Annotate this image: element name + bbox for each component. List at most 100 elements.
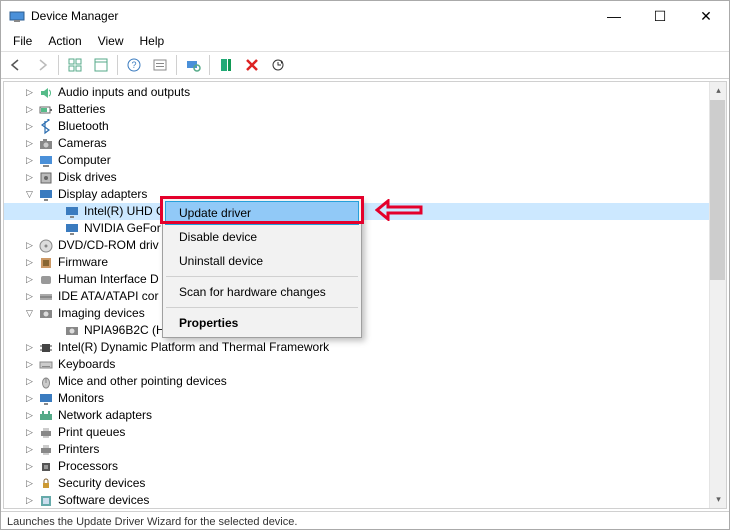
bt-icon — [38, 119, 54, 135]
device-category[interactable]: ▷IDE ATA/ATAPI cor — [4, 288, 726, 305]
software-icon — [38, 493, 54, 509]
display-icon — [64, 221, 80, 237]
expand-icon[interactable]: ▷ — [24, 172, 35, 183]
menu-file[interactable]: File — [5, 32, 40, 50]
expand-icon[interactable]: ▷ — [24, 138, 35, 149]
expand-icon[interactable]: ▷ — [24, 155, 35, 166]
device-category[interactable]: ▷DVD/CD-ROM driv — [4, 237, 726, 254]
scroll-down-icon[interactable]: ▾ — [710, 491, 727, 508]
scroll-up-icon[interactable]: ▴ — [710, 82, 727, 99]
device-category[interactable]: ▷ Monitors — [4, 390, 726, 407]
help-icon[interactable]: ? — [122, 53, 146, 77]
scroll-thumb[interactable] — [710, 100, 725, 280]
expand-icon[interactable]: ▷ — [24, 359, 35, 370]
expand-icon[interactable]: ▷ — [24, 240, 35, 251]
expand-icon[interactable]: ▷ — [24, 274, 35, 285]
expand-icon — [50, 325, 61, 336]
device-item[interactable]: NPIA96B2C (H. — [4, 322, 726, 339]
expand-icon[interactable]: ▷ — [24, 121, 35, 132]
tree-item-label: Monitors — [58, 390, 104, 407]
toolbar-icon[interactable] — [148, 53, 172, 77]
device-category[interactable]: ▷Printers — [4, 441, 726, 458]
vertical-scrollbar[interactable]: ▴ ▾ — [709, 82, 726, 508]
disk-icon — [38, 170, 54, 186]
device-tree[interactable]: ▷Audio inputs and outputs▷Batteries▷Blue… — [4, 82, 726, 509]
window-controls: — ☐ ✕ — [591, 1, 729, 31]
device-category[interactable]: ▷ Human Interface D — [4, 271, 726, 288]
tree-item-label: Software devices — [58, 492, 149, 509]
expand-icon[interactable]: ▷ — [24, 410, 35, 421]
device-category[interactable]: ▷Print queues — [4, 424, 726, 441]
expand-icon[interactable]: ▷ — [24, 495, 35, 506]
menu-action[interactable]: Action — [40, 32, 89, 50]
menu-uninstall-device[interactable]: Uninstall device — [165, 249, 359, 273]
device-category[interactable]: ▷Audio inputs and outputs — [4, 84, 726, 101]
close-button[interactable]: ✕ — [683, 1, 729, 31]
ide-icon — [38, 289, 54, 305]
chip-icon — [38, 340, 54, 356]
separator — [58, 55, 59, 75]
minimize-button[interactable]: — — [591, 1, 637, 31]
menu-disable-device[interactable]: Disable device — [165, 225, 359, 249]
computer-icon — [38, 153, 54, 169]
menu-update-driver[interactable]: Update driver — [165, 201, 359, 225]
device-category[interactable]: ▷ Disk drives — [4, 169, 726, 186]
uninstall-icon[interactable] — [240, 53, 264, 77]
update-driver-icon[interactable] — [266, 53, 290, 77]
device-category[interactable]: ▷Mice and other pointing devices — [4, 373, 726, 390]
expand-icon[interactable]: ▷ — [24, 342, 35, 353]
expand-icon[interactable]: ▷ — [24, 104, 35, 115]
tree-item-label: Human Interface D — [58, 271, 159, 288]
status-bar: Launches the Update Driver Wizard for th… — [1, 511, 729, 531]
mouse-icon — [38, 374, 54, 390]
expand-icon[interactable]: ▷ — [24, 87, 35, 98]
maximize-button[interactable]: ☐ — [637, 1, 683, 31]
expand-icon[interactable]: ▷ — [24, 291, 35, 302]
expand-icon[interactable]: ▷ — [24, 427, 35, 438]
device-category[interactable]: ▷Network adapters — [4, 407, 726, 424]
enable-icon[interactable] — [214, 53, 238, 77]
expand-icon[interactable]: ▷ — [24, 376, 35, 387]
titlebar[interactable]: Device Manager — ☐ ✕ — [1, 1, 729, 31]
device-category[interactable]: ▷ Software devices — [4, 492, 726, 509]
menu-view[interactable]: View — [90, 32, 132, 50]
expand-icon[interactable]: ▽ — [24, 189, 35, 200]
device-category[interactable]: ▷Firmware — [4, 254, 726, 271]
back-button[interactable] — [4, 53, 28, 77]
device-item[interactable]: Intel(R) UHD G — [4, 203, 726, 220]
tree-item-label: Disk drives — [58, 169, 117, 186]
device-category[interactable]: ▷Intel(R) Dynamic Platform and Thermal F… — [4, 339, 726, 356]
device-category[interactable]: ▷Cameras — [4, 135, 726, 152]
expand-icon[interactable]: ▷ — [24, 393, 35, 404]
device-category[interactable]: ▷Keyboards — [4, 356, 726, 373]
display-icon — [64, 204, 80, 220]
show-hidden-icon[interactable] — [63, 53, 87, 77]
tree-item-label: Computer — [58, 152, 111, 169]
menu-help[interactable]: Help — [132, 32, 173, 50]
expand-icon[interactable]: ▽ — [24, 308, 35, 319]
menu-scan-hardware[interactable]: Scan for hardware changes — [165, 280, 359, 304]
keyboard-icon — [38, 357, 54, 373]
device-category[interactable]: ▽Display adapters — [4, 186, 726, 203]
expand-icon — [50, 206, 61, 217]
forward-button[interactable] — [30, 53, 54, 77]
expand-icon[interactable]: ▷ — [24, 461, 35, 472]
device-category[interactable]: ▷ Computer — [4, 152, 726, 169]
separator — [209, 55, 210, 75]
device-item[interactable]: NVIDIA GeFor — [4, 220, 726, 237]
menu-properties[interactable]: Properties — [165, 311, 359, 335]
net-icon — [38, 408, 54, 424]
device-category[interactable]: ▷Bluetooth — [4, 118, 726, 135]
device-category[interactable]: ▷ Processors — [4, 458, 726, 475]
expand-icon[interactable]: ▷ — [24, 257, 35, 268]
expand-icon[interactable]: ▷ — [24, 444, 35, 455]
properties-icon[interactable] — [89, 53, 113, 77]
tree-item-label: Processors — [58, 458, 118, 475]
separator — [176, 55, 177, 75]
device-category[interactable]: ▷Security devices — [4, 475, 726, 492]
expand-icon[interactable]: ▷ — [24, 478, 35, 489]
scan-hardware-icon[interactable] — [181, 53, 205, 77]
device-category[interactable]: ▷Batteries — [4, 101, 726, 118]
device-category[interactable]: ▽Imaging devices — [4, 305, 726, 322]
imaging-icon — [38, 306, 54, 322]
